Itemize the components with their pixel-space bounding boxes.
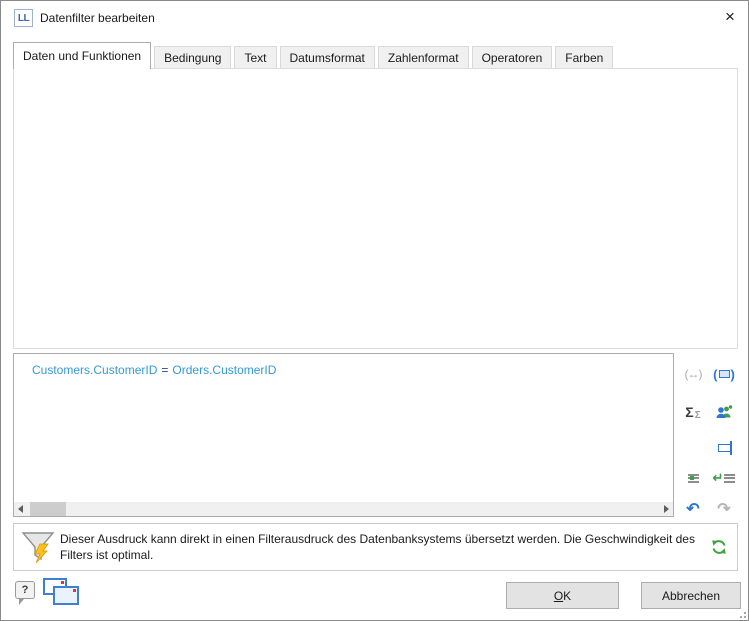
- icon-box: [719, 370, 730, 378]
- tab-label: Datumsformat: [290, 51, 365, 65]
- remove-parentheses-icon[interactable]: (↔): [680, 363, 706, 385]
- insert-parentheses-icon[interactable]: (): [711, 363, 737, 385]
- help-icon[interactable]: ?: [15, 581, 35, 599]
- redo-icon[interactable]: ↷: [711, 498, 737, 520]
- tab-zahlenformat[interactable]: Zahlenformat: [378, 46, 469, 69]
- tab-farben[interactable]: Farben: [555, 46, 613, 69]
- funnel-bolt-icon: [20, 528, 58, 571]
- icon-glyph: (: [713, 367, 717, 382]
- copy-windows-icon-front[interactable]: [53, 586, 79, 605]
- tab-page: [13, 68, 738, 349]
- tab-label: Operatoren: [482, 51, 543, 65]
- expression-rhs: Orders.CustomerID: [172, 363, 276, 377]
- icon-glyph: ↶: [686, 499, 699, 519]
- button-label: K: [563, 589, 571, 603]
- button-label: Abbrechen: [662, 589, 720, 603]
- resize-grip[interactable]: [736, 608, 746, 618]
- icon-box: [718, 444, 731, 452]
- tab-label: Zahlenformat: [388, 51, 459, 65]
- expression-editor[interactable]: Customers.CustomerID = Orders.CustomerID: [13, 353, 674, 517]
- scroll-left-icon[interactable]: [18, 505, 23, 513]
- variables-people-icon[interactable]: [711, 401, 737, 423]
- cancel-button[interactable]: Abbrechen: [641, 582, 741, 609]
- scroll-right-icon[interactable]: [664, 505, 669, 513]
- help-icon-tail: [19, 599, 24, 605]
- aggregate-functions-icon[interactable]: ΣΣ: [680, 401, 706, 423]
- indent-wrap-icon[interactable]: ↵: [711, 467, 737, 489]
- datenfilter-dialog: LL Datenfilter bearbeiten × Daten und Fu…: [0, 0, 749, 621]
- expression-horizontal-scrollbar[interactable]: [14, 502, 673, 516]
- app-logo-icon: LL: [14, 9, 33, 27]
- tab-bar: Daten und Funktionen Bedingung Text Datu…: [13, 43, 613, 69]
- icon-glyph: ): [731, 367, 735, 382]
- tab-operatoren[interactable]: Operatoren: [472, 46, 553, 69]
- icon-glyph: ↷: [717, 499, 730, 519]
- info-message: Dieser Ausdruck kann direkt in einen Fil…: [60, 531, 708, 563]
- icon-glyph: Σ: [695, 410, 701, 421]
- tab-label: Text: [244, 51, 266, 65]
- edit-field-icon[interactable]: [711, 437, 737, 459]
- icon-accent: [690, 476, 694, 480]
- expression-operator: =: [161, 363, 168, 377]
- tab-label: Farben: [565, 51, 603, 65]
- icon-accent: [73, 589, 76, 592]
- refresh-icon[interactable]: [711, 539, 727, 558]
- icon-glyph: ↵: [713, 470, 724, 486]
- filter-info-bar: Dieser Ausdruck kann direkt in einen Fil…: [13, 523, 738, 571]
- icon-glyph: (↔): [685, 367, 702, 381]
- window-title: Datenfilter bearbeiten: [40, 11, 155, 25]
- close-icon[interactable]: ×: [715, 5, 745, 29]
- icon-glyph: Σ: [685, 404, 693, 420]
- tab-datumsformat[interactable]: Datumsformat: [280, 46, 375, 69]
- outdent-icon[interactable]: [680, 467, 706, 489]
- scrollbar-thumb[interactable]: [30, 502, 66, 516]
- button-label: O: [554, 589, 563, 603]
- icon-accent: [61, 581, 64, 584]
- undo-icon[interactable]: ↶: [680, 498, 706, 520]
- ok-button[interactable]: OK: [506, 582, 619, 609]
- expression-code: Customers.CustomerID = Orders.CustomerID: [32, 363, 276, 377]
- tab-bedingung[interactable]: Bedingung: [154, 46, 231, 69]
- tab-text[interactable]: Text: [234, 46, 276, 69]
- tab-label: Daten und Funktionen: [23, 49, 141, 63]
- tab-label: Bedingung: [164, 51, 221, 65]
- expression-lhs: Customers.CustomerID: [32, 363, 157, 377]
- tab-daten-und-funktionen[interactable]: Daten und Funktionen: [13, 42, 151, 69]
